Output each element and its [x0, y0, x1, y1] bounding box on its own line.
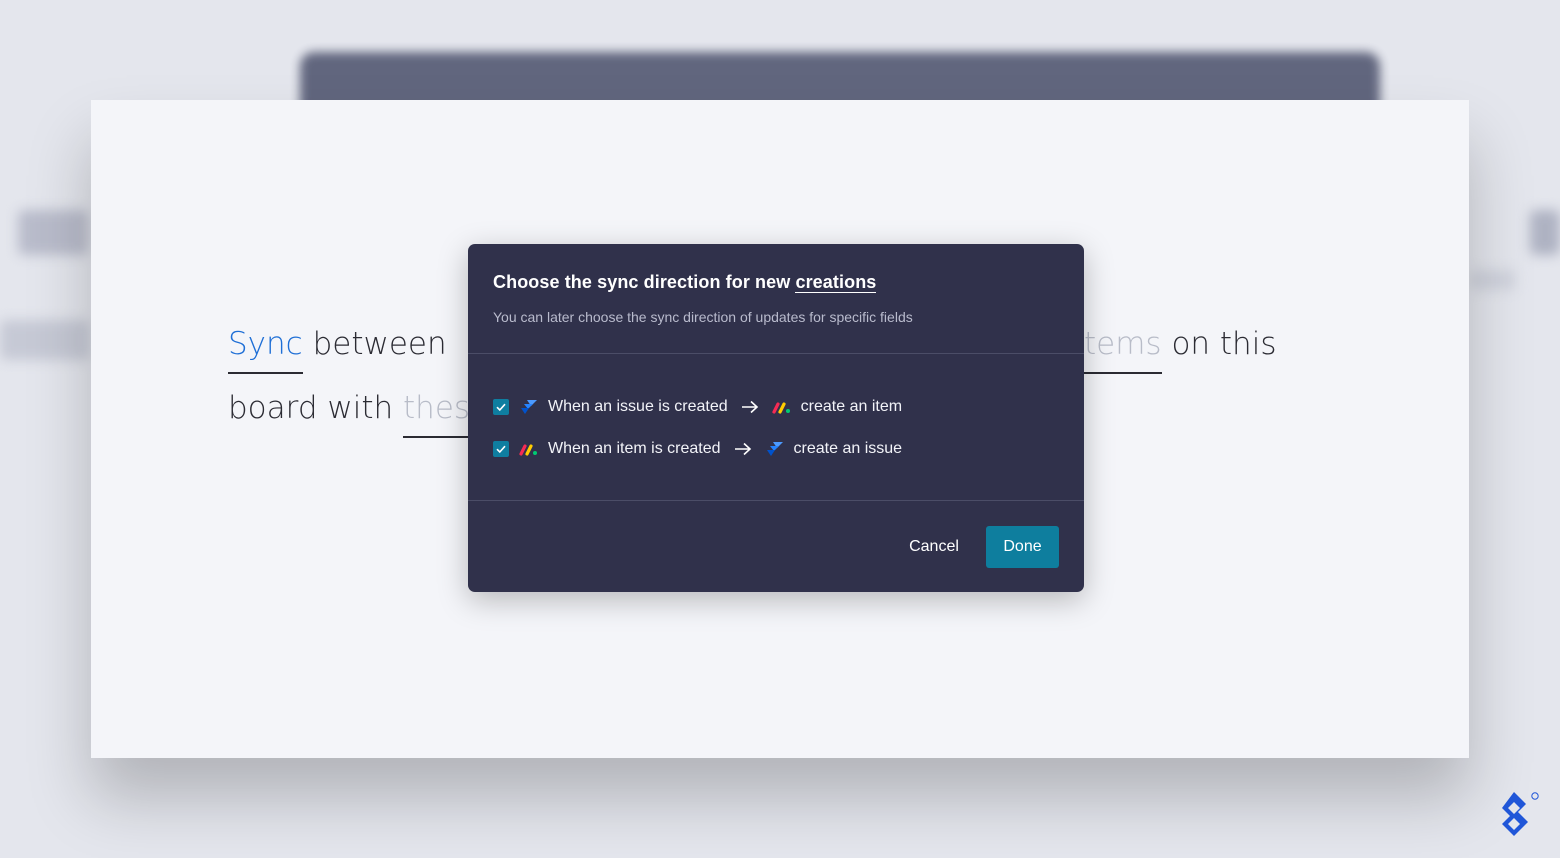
option-source-text: When an issue is created [548, 398, 728, 415]
dialog-title-text: Choose the sync direction for new [493, 272, 791, 292]
divider [468, 500, 1084, 501]
dialog-title-emphasis: creations [795, 272, 877, 293]
background-blurred-right [1470, 200, 1560, 320]
arrow-right-icon [733, 441, 753, 457]
cancel-button[interactable]: Cancel [896, 529, 972, 565]
recipe-these-word[interactable]: thes [403, 390, 471, 438]
checkbox-item-to-issue[interactable] [493, 441, 509, 457]
monday-icon [772, 399, 792, 415]
recipe-sentence-line1: Sync between [228, 326, 447, 374]
checkbox-issue-to-item[interactable] [493, 399, 509, 415]
dialog-title: Choose the sync direction for new creati… [493, 272, 877, 293]
recipe-text: between [312, 326, 447, 362]
divider [468, 353, 1084, 354]
dialog-subtitle: You can later choose the sync direction … [493, 309, 913, 325]
option-source-text: When an item is created [548, 440, 721, 457]
background-blurred-left [0, 190, 95, 390]
sync-option-issue-to-item: When an issue is created create an item [493, 396, 902, 418]
recipe-text: board with [228, 390, 394, 426]
check-icon [496, 445, 506, 454]
done-button[interactable]: Done [986, 526, 1059, 568]
recipe-sentence-line2: board with thes [228, 390, 471, 438]
recipe-items-word[interactable]: tems [1084, 326, 1162, 374]
sync-direction-dialog: Choose the sync direction for new creati… [468, 244, 1084, 592]
jira-icon [765, 441, 785, 457]
recipe-sentence-line1-end: tems on this [1084, 326, 1277, 374]
recipe-text: on this [1171, 326, 1277, 362]
recipe-sync-word[interactable]: Sync [228, 326, 303, 374]
logo-watermark-icon [1498, 790, 1540, 840]
arrow-right-icon [740, 399, 760, 415]
option-target-text: create an issue [793, 440, 903, 457]
monday-icon [519, 441, 539, 457]
check-icon [496, 403, 506, 412]
sync-option-item-to-issue: When an item is created create an issue [493, 438, 902, 460]
option-target-text: create an item [800, 398, 903, 415]
jira-icon [519, 399, 539, 415]
